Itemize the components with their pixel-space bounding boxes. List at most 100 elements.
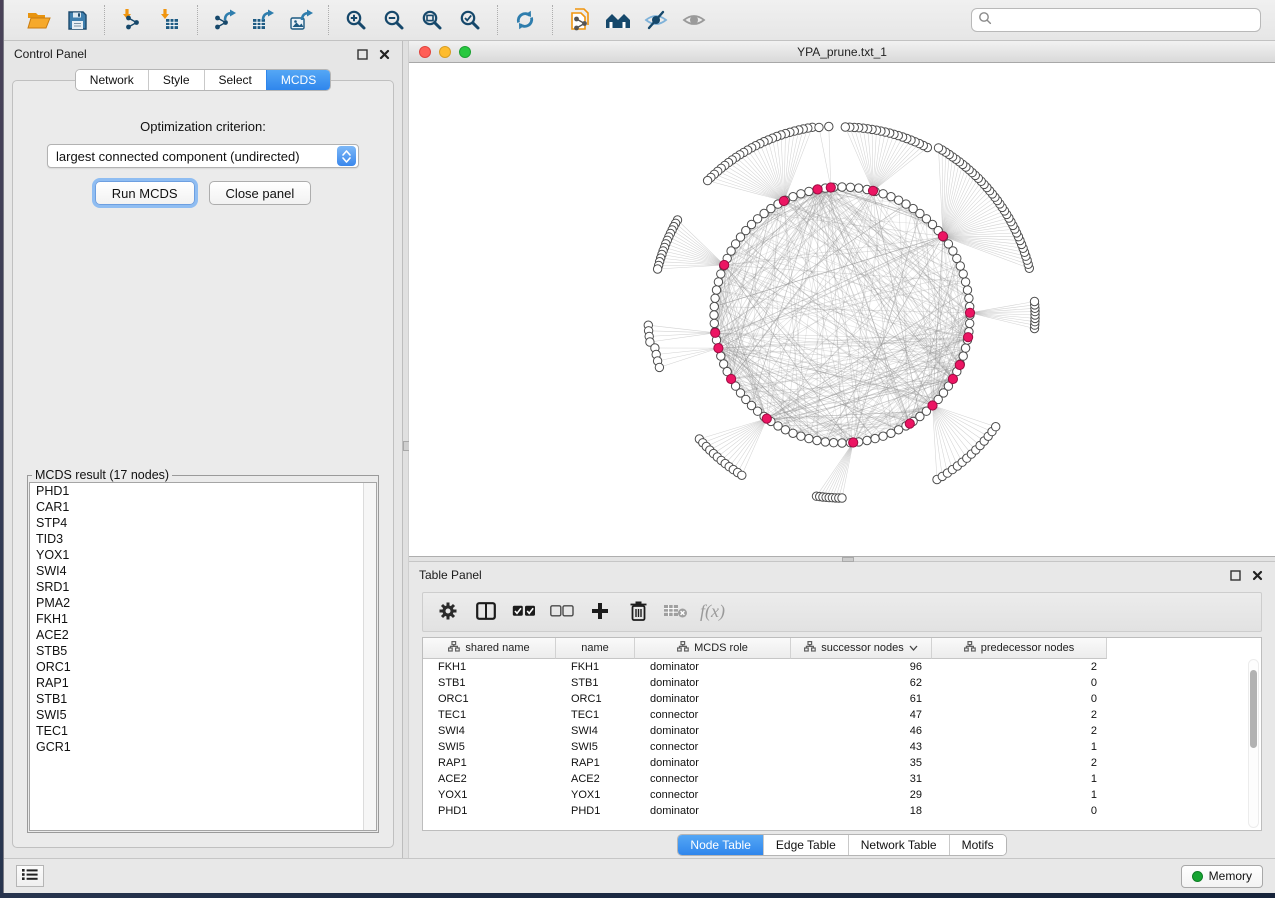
mcds-node[interactable] xyxy=(826,183,835,192)
zoom-in-button[interactable] xyxy=(338,4,374,36)
network-node[interactable] xyxy=(829,439,837,447)
mcds-result-item[interactable]: PMA2 xyxy=(30,595,376,611)
network-node[interactable] xyxy=(717,270,725,278)
tab-style[interactable]: Style xyxy=(148,70,204,90)
mcds-result-item[interactable]: SRD1 xyxy=(30,579,376,595)
tab-edge-table[interactable]: Edge Table xyxy=(763,835,848,855)
network-node[interactable] xyxy=(714,278,722,286)
network-graph[interactable] xyxy=(409,63,1273,556)
network-node[interactable] xyxy=(966,319,974,327)
table-settings-button[interactable] xyxy=(431,597,465,627)
mcds-node[interactable] xyxy=(762,414,771,423)
first-neighbors-button[interactable] xyxy=(600,4,636,36)
network-node[interactable] xyxy=(710,302,718,310)
table-row[interactable]: ORC1ORC1dominator610 xyxy=(423,691,1261,707)
column-header-shared-name[interactable]: shared name xyxy=(423,638,556,659)
import-table-button[interactable] xyxy=(152,4,188,36)
export-table-button[interactable] xyxy=(245,4,281,36)
column-header-successor-nodes[interactable]: successor nodes xyxy=(791,638,932,659)
tab-network-table[interactable]: Network Table xyxy=(848,835,949,855)
zoom-selected-button[interactable] xyxy=(452,4,488,36)
network-node[interactable] xyxy=(963,286,971,294)
column-layout-button[interactable] xyxy=(469,597,503,627)
tab-node-table[interactable]: Node Table xyxy=(678,835,763,855)
task-history-button[interactable] xyxy=(16,865,44,887)
vertical-splitter[interactable] xyxy=(402,41,409,858)
float-panel-icon[interactable] xyxy=(354,46,370,62)
horizontal-splitter[interactable] xyxy=(409,557,1275,562)
mcds-node[interactable] xyxy=(849,438,858,447)
mcds-result-list[interactable]: PHD1CAR1STP4TID3YOX1SWI4SRD1PMA2FKH1ACE2… xyxy=(29,482,377,831)
search-input[interactable] xyxy=(996,13,1254,27)
network-node[interactable] xyxy=(879,432,887,440)
new-network-from-selection-button[interactable] xyxy=(562,4,598,36)
mcds-result-item[interactable]: ORC1 xyxy=(30,659,376,675)
network-node[interactable] xyxy=(703,176,711,184)
network-node[interactable] xyxy=(841,123,849,131)
network-node[interactable] xyxy=(738,471,746,479)
network-node[interactable] xyxy=(879,190,887,198)
mcds-node[interactable] xyxy=(955,360,964,369)
network-node[interactable] xyxy=(815,123,823,131)
mcds-result-item[interactable]: PHD1 xyxy=(30,483,376,499)
zoom-out-button[interactable] xyxy=(376,4,412,36)
column-header-name[interactable]: name xyxy=(556,638,635,659)
criterion-dropdown[interactable]: largest connected component (undirected) xyxy=(47,144,359,168)
mcds-result-item[interactable]: YOX1 xyxy=(30,547,376,563)
network-node[interactable] xyxy=(992,423,1000,431)
network-node[interactable] xyxy=(711,294,719,302)
export-network-button[interactable] xyxy=(207,4,243,36)
table-row[interactable]: PHD1PHD1dominator180 xyxy=(423,803,1261,819)
network-node[interactable] xyxy=(797,432,805,440)
mcds-result-item[interactable]: STB1 xyxy=(30,691,376,707)
delete-column-button[interactable] xyxy=(621,597,655,627)
mcds-node[interactable] xyxy=(948,374,957,383)
table-row[interactable]: RAP1RAP1dominator352 xyxy=(423,755,1261,771)
table-row[interactable]: STB1STB1dominator620 xyxy=(423,675,1261,691)
column-header-MCDS-role[interactable]: MCDS role xyxy=(635,638,791,659)
network-node[interactable] xyxy=(855,184,863,192)
network-node[interactable] xyxy=(846,183,854,191)
mcds-result-item[interactable]: SWI5 xyxy=(30,707,376,723)
add-column-button[interactable] xyxy=(583,597,617,627)
network-node[interactable] xyxy=(805,187,813,195)
network-node[interactable] xyxy=(655,363,663,371)
mcds-node[interactable] xyxy=(727,374,736,383)
refresh-button[interactable] xyxy=(507,4,543,36)
save-session-button[interactable] xyxy=(59,4,95,36)
mcds-node[interactable] xyxy=(965,308,974,317)
horizontal-splitter-grip[interactable] xyxy=(842,557,854,562)
mcds-node[interactable] xyxy=(905,419,914,428)
mcds-result-item[interactable]: CAR1 xyxy=(30,499,376,515)
mcds-node[interactable] xyxy=(779,196,788,205)
network-node[interactable] xyxy=(959,270,967,278)
network-node[interactable] xyxy=(805,434,813,442)
network-node[interactable] xyxy=(959,352,967,360)
network-node[interactable] xyxy=(710,319,718,327)
mcds-result-item[interactable]: FKH1 xyxy=(30,611,376,627)
network-canvas[interactable] xyxy=(409,63,1275,556)
network-node[interactable] xyxy=(961,344,969,352)
network-node[interactable] xyxy=(1030,297,1038,305)
zoom-fit-button[interactable] xyxy=(414,4,450,36)
run-mcds-button[interactable]: Run MCDS xyxy=(95,181,195,205)
mcds-node[interactable] xyxy=(714,344,723,353)
close-table-panel-icon[interactable] xyxy=(1249,567,1265,583)
mcds-result-item[interactable]: TEC1 xyxy=(30,723,376,739)
network-node[interactable] xyxy=(961,278,969,286)
hide-selected-button[interactable] xyxy=(638,4,674,36)
close-panel-button[interactable]: Close panel xyxy=(209,181,312,205)
table-row[interactable]: FKH1FKH1dominator962 xyxy=(423,659,1261,675)
tab-motifs[interactable]: Motifs xyxy=(949,835,1006,855)
network-node[interactable] xyxy=(789,429,797,437)
mcds-result-item[interactable]: STB5 xyxy=(30,643,376,659)
deselect-all-button[interactable] xyxy=(545,597,579,627)
network-node[interactable] xyxy=(863,436,871,444)
mcds-result-item[interactable]: RAP1 xyxy=(30,675,376,691)
network-node[interactable] xyxy=(965,294,973,302)
mcds-node[interactable] xyxy=(711,328,720,337)
mcds-result-item[interactable]: STP4 xyxy=(30,515,376,531)
mcds-node[interactable] xyxy=(964,333,973,342)
memory-button[interactable]: Memory xyxy=(1181,865,1263,888)
table-row[interactable]: YOX1YOX1connector291 xyxy=(423,787,1261,803)
